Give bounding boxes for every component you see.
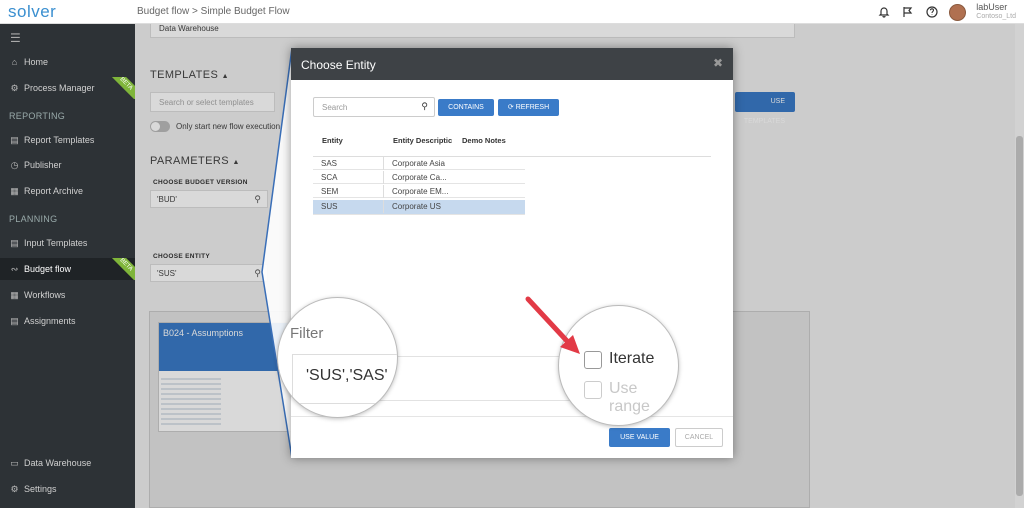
arrow-annotation [525, 296, 580, 354]
